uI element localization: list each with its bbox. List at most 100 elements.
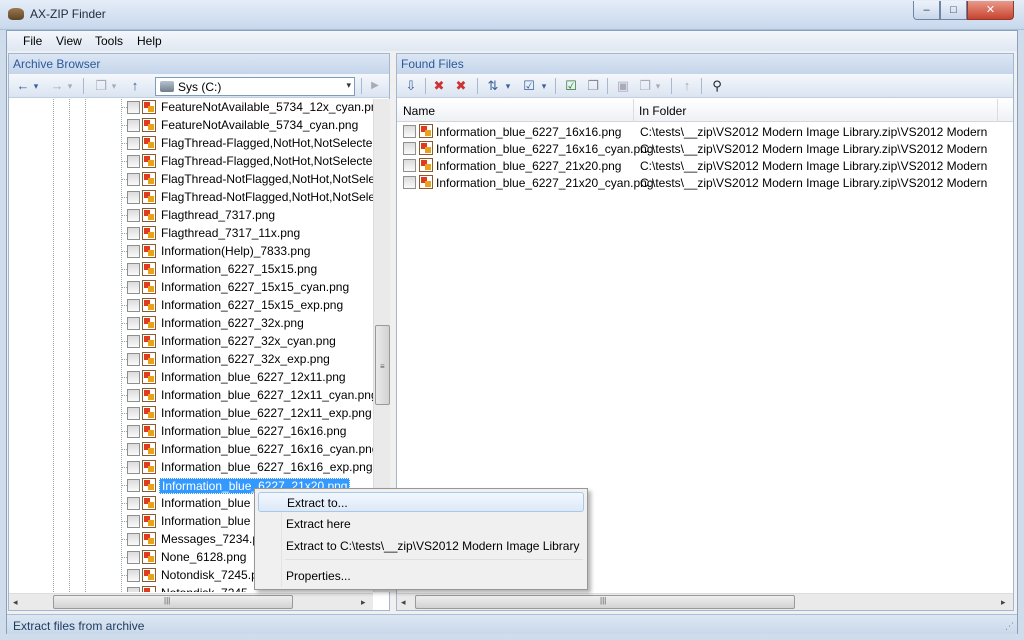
tree-item-checkbox[interactable]	[127, 101, 140, 114]
up-folder-icon[interactable]: ↑	[127, 78, 143, 94]
row-checkbox[interactable]	[403, 142, 416, 155]
tree-item[interactable]: Information_blue_6227_12x11.png	[121, 369, 373, 387]
tree-item[interactable]: Information_blue_6227_12x11_cyan.png	[121, 387, 373, 405]
close-button[interactable]: ✕	[967, 1, 1014, 20]
table-row[interactable]: Information_blue_6227_21x20_cyan.png C:\t…	[397, 174, 1013, 191]
extract-icon[interactable]: ⇩	[403, 78, 419, 94]
tree-item[interactable]: Flagthread_7317.png	[121, 207, 373, 225]
tree-item-checkbox[interactable]	[127, 299, 140, 312]
tree-item[interactable]: Information_6227_32x.png	[121, 315, 373, 333]
drive-select[interactable]: Sys (C:) ▾	[155, 77, 355, 96]
tree-item[interactable]: Flagthread_7317_11x.png	[121, 225, 373, 243]
menu-extract-to-folder[interactable]: Extract to C:\tests\__zip\VS2012 Modern …	[258, 536, 584, 556]
resize-grip-icon[interactable]: ⋰	[1005, 621, 1014, 632]
uncheck-all-icon[interactable]: ❐	[585, 78, 601, 94]
tree-item[interactable]: FlagThread-NotFlagged,NotHot,NotSele	[121, 171, 373, 189]
menu-help[interactable]: Help	[137, 34, 162, 48]
column-in-folder[interactable]: In Folder	[639, 104, 686, 118]
tree-item-checkbox[interactable]	[127, 479, 140, 492]
archive-icon[interactable]: ❐	[93, 78, 109, 94]
tree-item-checkbox[interactable]	[127, 425, 140, 438]
menu-view[interactable]: View	[56, 34, 82, 48]
binoculars-icon[interactable]: ⚲	[709, 78, 725, 94]
copy-dropdown-icon[interactable]: ▾	[653, 78, 663, 94]
forward-dropdown-icon[interactable]: ▾	[65, 78, 75, 94]
sort-dropdown-icon[interactable]: ▾	[503, 78, 513, 94]
tree-item[interactable]: Information_6227_15x15_cyan.png	[121, 279, 373, 297]
scroll-left-icon[interactable]: ◂	[401, 597, 406, 608]
tree-item-checkbox[interactable]	[127, 173, 140, 186]
row-checkbox[interactable]	[403, 159, 416, 172]
move-up-icon[interactable]: ↑	[679, 78, 695, 94]
table-row[interactable]: Information_blue_6227_16x16_cyan.png C:\t…	[397, 140, 1013, 157]
tree-vertical-scroll-thumb[interactable]: ≡	[375, 325, 390, 405]
tree-item[interactable]: Information_6227_15x15_exp.png	[121, 297, 373, 315]
tree-item-checkbox[interactable]	[127, 317, 140, 330]
tree-item-checkbox[interactable]	[127, 551, 140, 564]
save-icon[interactable]: ▣	[615, 78, 631, 94]
menu-tools[interactable]: Tools	[95, 34, 123, 48]
tree-item-checkbox[interactable]	[127, 389, 140, 402]
tree-item-checkbox[interactable]	[127, 191, 140, 204]
tree-item[interactable]: FeatureNotAvailable_5734_12x_cyan.png	[121, 99, 373, 117]
table-row[interactable]: Information_blue_6227_21x20.png C:\tests\…	[397, 157, 1013, 174]
tree-item-checkbox[interactable]	[127, 335, 140, 348]
tree-item[interactable]: Information_6227_15x15.png	[121, 261, 373, 279]
column-divider[interactable]	[997, 99, 998, 122]
select-dropdown-icon[interactable]: ▾	[539, 78, 549, 94]
tree-item-checkbox[interactable]	[127, 533, 140, 546]
menu-extract-here[interactable]: Extract here	[258, 514, 584, 534]
go-icon[interactable]: ▶	[367, 78, 383, 94]
tree-item[interactable]: Information_blue_6227_12x11_exp.png	[121, 405, 373, 423]
minimize-button[interactable]: –	[913, 1, 940, 20]
tree-item[interactable]: Information_6227_32x_cyan.png	[121, 333, 373, 351]
tree-item[interactable]: Information_blue_6227_16x16.png	[121, 423, 373, 441]
scroll-right-icon[interactable]: ▸	[361, 597, 366, 608]
tree-item-checkbox[interactable]	[127, 443, 140, 456]
scroll-left-icon[interactable]: ◂	[13, 597, 18, 608]
scroll-right-icon[interactable]: ▸	[1001, 597, 1006, 608]
tree-item-checkbox[interactable]	[127, 407, 140, 420]
remove-icon[interactable]: ✖	[431, 78, 447, 94]
tree-item[interactable]: Information(Help)_7833.png	[121, 243, 373, 261]
tree-item-checkbox[interactable]	[127, 461, 140, 474]
column-name[interactable]: Name	[403, 104, 435, 118]
tree-item[interactable]: FlagThread-Flagged,NotHot,NotSelected	[121, 153, 373, 171]
remove-all-icon[interactable]: ✖	[453, 78, 469, 94]
column-divider[interactable]	[633, 99, 634, 122]
archive-dropdown-icon[interactable]: ▾	[109, 78, 119, 94]
check-all-icon[interactable]: ☑	[563, 78, 579, 94]
menu-extract-to[interactable]: Extract to...	[258, 492, 584, 512]
list-horizontal-scroll-thumb[interactable]: |||	[415, 595, 795, 609]
tree-item[interactable]: FlagThread-NotFlagged,NotHot,NotSele	[121, 189, 373, 207]
tree-item-checkbox[interactable]	[127, 515, 140, 528]
forward-icon[interactable]: →	[49, 78, 65, 94]
tree-item-checkbox[interactable]	[127, 209, 140, 222]
tree-item-checkbox[interactable]	[127, 137, 140, 150]
maximize-button[interactable]: □	[940, 1, 967, 20]
tree-item[interactable]: FeatureNotAvailable_5734_cyan.png	[121, 117, 373, 135]
list-horizontal-scrollbar[interactable]: ◂ ||| ▸	[397, 593, 1013, 610]
tree-item-checkbox[interactable]	[127, 281, 140, 294]
row-checkbox[interactable]	[403, 176, 416, 189]
back-icon[interactable]: ←	[15, 78, 31, 94]
select-icon[interactable]: ☑	[521, 78, 537, 94]
menu-file[interactable]: File	[23, 34, 42, 48]
table-row[interactable]: Information_blue_6227_16x16.png C:\tests\…	[397, 123, 1013, 140]
tree-horizontal-scrollbar[interactable]: ◂ ||| ▸	[9, 593, 373, 610]
tree-item[interactable]: FlagThread-Flagged,NotHot,NotSelected	[121, 135, 373, 153]
tree-item[interactable]: Information_blue_6227_16x16_exp.png	[121, 459, 373, 477]
menu-properties[interactable]: Properties...	[258, 566, 584, 586]
tree-item-checkbox[interactable]	[127, 263, 140, 276]
tree-item-checkbox[interactable]	[127, 119, 140, 132]
tree-horizontal-scroll-thumb[interactable]: |||	[53, 595, 293, 609]
tree-item-checkbox[interactable]	[127, 371, 140, 384]
row-checkbox[interactable]	[403, 125, 416, 138]
tree-item[interactable]: Information_6227_32x_exp.png	[121, 351, 373, 369]
copy-icon[interactable]: ❐	[637, 78, 653, 94]
tree-item-checkbox[interactable]	[127, 245, 140, 258]
tree-item-checkbox[interactable]	[127, 353, 140, 366]
tree-item[interactable]: Information_blue_6227_16x16_cyan.png	[121, 441, 373, 459]
tree-item-checkbox[interactable]	[127, 569, 140, 582]
tree-item-checkbox[interactable]	[127, 155, 140, 168]
